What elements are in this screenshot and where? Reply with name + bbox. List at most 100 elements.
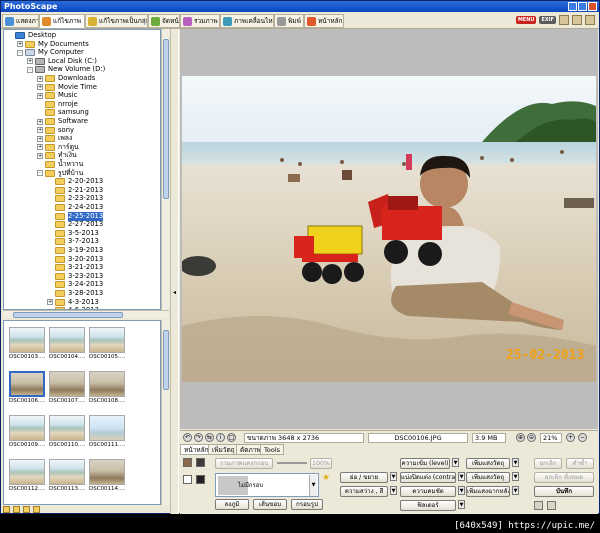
thumbnail-scrollbar[interactable] — [161, 320, 169, 505]
expand-toggle-icon[interactable]: - — [37, 170, 43, 177]
chevron-down-icon[interactable]: ▼ — [309, 475, 317, 496]
photo-preview[interactable]: 25-02-2013 — [182, 76, 596, 382]
expand-toggle-icon[interactable]: + — [37, 144, 43, 151]
save-button[interactable]: บันทึก — [534, 486, 594, 497]
favorite-star-icon[interactable]: ★ — [322, 473, 330, 483]
zoom-in-icon[interactable]: + — [566, 433, 575, 442]
chevron-down-icon[interactable]: ▼ — [458, 472, 465, 481]
chevron-down-icon[interactable]: ▼ — [390, 472, 397, 481]
frame-white-icon[interactable] — [183, 475, 192, 484]
thumbnail-item[interactable]: DSC00105.... — [88, 327, 126, 363]
expand-toggle-icon[interactable]: + — [37, 75, 43, 82]
frame-slider[interactable] — [277, 462, 307, 464]
folder-tree[interactable]: Desktop + My Documents - My Computer + Local D… — [3, 29, 161, 310]
maximize-button[interactable] — [578, 2, 587, 11]
level-button[interactable]: ความเข้ม (level) — [400, 458, 450, 469]
expand-toggle-icon[interactable]: + — [47, 299, 53, 306]
expand-toggle-icon[interactable]: + — [37, 127, 43, 134]
tab-tools[interactable]: Tools — [260, 444, 285, 455]
zoom-fit-icon[interactable]: ⊕ — [516, 433, 525, 442]
chevron-down-icon[interactable]: ▼ — [458, 486, 465, 495]
thumbnail-item[interactable]: DSC00106.... — [8, 371, 46, 407]
bottom-button-1[interactable]: ลงภูมิ — [215, 499, 249, 510]
tab-add-object[interactable]: เพิ่มวัตถุ — [208, 444, 239, 455]
rounded-photo-button[interactable]: รวมภาพแดงกรอบ — [215, 458, 273, 469]
scroll-thumb[interactable] — [163, 39, 169, 199]
help-icon[interactable] — [585, 15, 595, 25]
expand-toggle-icon[interactable]: + — [37, 135, 43, 142]
close-button[interactable] — [588, 2, 597, 11]
flip-icon[interactable]: ⇆ — [205, 433, 214, 442]
star-icon[interactable] — [23, 506, 30, 513]
sharpen-button[interactable]: ความคมชัด — [400, 486, 456, 497]
info-icon[interactable]: i — [216, 433, 225, 442]
backlight-button[interactable]: เพิ่มแสงวัตถุ — [466, 458, 510, 469]
frame-line-icon[interactable] — [196, 458, 205, 467]
contrast-button[interactable]: แบ่งปิดแต่ง (contrast) — [400, 472, 456, 483]
expand-toggle-icon[interactable]: + — [37, 84, 43, 91]
folder-icon[interactable] — [572, 15, 582, 25]
splitter-arrow-icon[interactable]: ◂ — [173, 289, 176, 296]
tab-2[interactable]: แก้ไขภาพ — [39, 14, 85, 28]
chevron-down-icon[interactable]: ▼ — [512, 458, 519, 467]
scroll-thumb[interactable] — [13, 312, 123, 318]
tree-horizontal-scrollbar[interactable] — [3, 310, 169, 318]
thumbnail-item[interactable]: DSC00109.... — [8, 415, 46, 451]
chevron-down-icon[interactable]: ▼ — [458, 500, 465, 509]
brighten-object-button[interactable]: เพิ่มแสงวัตถุ — [466, 472, 510, 483]
tab-7[interactable]: พิมพ์ — [274, 14, 304, 28]
expand-toggle-icon[interactable]: + — [27, 58, 33, 65]
open-folder-icon[interactable] — [534, 501, 543, 510]
chevron-down-icon[interactable]: ▼ — [452, 458, 459, 467]
scroll-thumb[interactable] — [163, 330, 169, 390]
gallery-icon[interactable] — [559, 15, 569, 25]
chevron-down-icon[interactable]: ▼ — [512, 472, 519, 481]
thumbnail-item[interactable]: DSC00112.... — [8, 459, 46, 495]
thumbnail-item[interactable]: DSC00114.... — [88, 459, 126, 495]
view-icon[interactable] — [33, 506, 40, 513]
fullscreen-icon[interactable]: □ — [227, 433, 236, 442]
expand-toggle-icon[interactable]: - — [17, 49, 23, 56]
chevron-down-icon[interactable]: ▼ — [390, 486, 397, 495]
redo-button[interactable]: ทำซ้ำ — [566, 458, 594, 469]
expand-toggle-icon[interactable]: + — [37, 118, 43, 125]
thumbnail-item[interactable]: DSC00110.... — [48, 415, 86, 451]
refresh-icon[interactable] — [13, 506, 20, 513]
zoom-out-icon[interactable]: − — [578, 433, 587, 442]
thumbnail-item[interactable]: DSC00113.... — [48, 459, 86, 495]
undo-button[interactable]: ยกเลิก — [534, 458, 562, 469]
folder-up-icon[interactable] — [3, 506, 10, 513]
resize-button[interactable]: ย่อ / ขยาย — [340, 472, 388, 483]
tree-vertical-scrollbar[interactable] — [161, 29, 169, 310]
chevron-down-icon[interactable]: ▼ — [512, 486, 519, 495]
rotate-left-icon[interactable]: ↶ — [183, 433, 192, 442]
tab-1[interactable]: แสดงภาพ — [2, 14, 39, 28]
bottom-button-2[interactable]: เส้นขอบ — [253, 499, 287, 510]
tab-4[interactable]: จัดหน้า — [148, 14, 180, 28]
tab-3[interactable]: แก้ไขภาพเป็นกลุ่ม — [85, 14, 148, 28]
thumbnail-item[interactable]: DSC00103.... — [8, 327, 46, 363]
rounded-photo-icon[interactable] — [183, 458, 192, 467]
tab-8[interactable]: หน้าหลัก — [304, 14, 344, 28]
expand-toggle-icon[interactable]: + — [17, 41, 23, 48]
thumbnail-item[interactable]: DSC00104.... — [48, 327, 86, 363]
brighten-background-button[interactable]: เพิ่มแสงฉากหลัง — [466, 486, 510, 497]
undo-all-button[interactable]: ยกเลิก ทั้งหมด — [534, 472, 594, 483]
frame-black-icon[interactable] — [196, 475, 205, 484]
frame-selector[interactable]: ไม่มีกรอบ ▼ — [215, 473, 319, 497]
exif-badge[interactable]: EXIF — [539, 16, 556, 24]
thumbnail-item[interactable]: DSC00108.... — [88, 371, 126, 407]
filter-button[interactable]: ฟิลเตอร์ — [400, 500, 456, 511]
tab-6[interactable]: ภาพเคลื่อนไหว — [220, 14, 274, 28]
expand-toggle-icon[interactable]: - — [27, 66, 33, 73]
frame-button[interactable]: กรอบรูป — [291, 499, 323, 510]
brightness-color-button[interactable]: ความสว่าง , สี — [340, 486, 388, 497]
thumbnail-item[interactable]: DSC00107.... — [48, 371, 86, 407]
panel-splitter[interactable]: ◂ — [170, 29, 179, 514]
tab-5[interactable]: รวมภาพ — [180, 14, 220, 28]
minimize-button[interactable] — [568, 2, 577, 11]
menu-badge[interactable]: MENU — [515, 16, 537, 24]
thumbnail-item[interactable]: DSC00111.... — [88, 415, 126, 451]
zoom-actual-icon[interactable]: ⊖ — [527, 433, 536, 442]
rotate-right-icon[interactable]: ↷ — [194, 433, 203, 442]
